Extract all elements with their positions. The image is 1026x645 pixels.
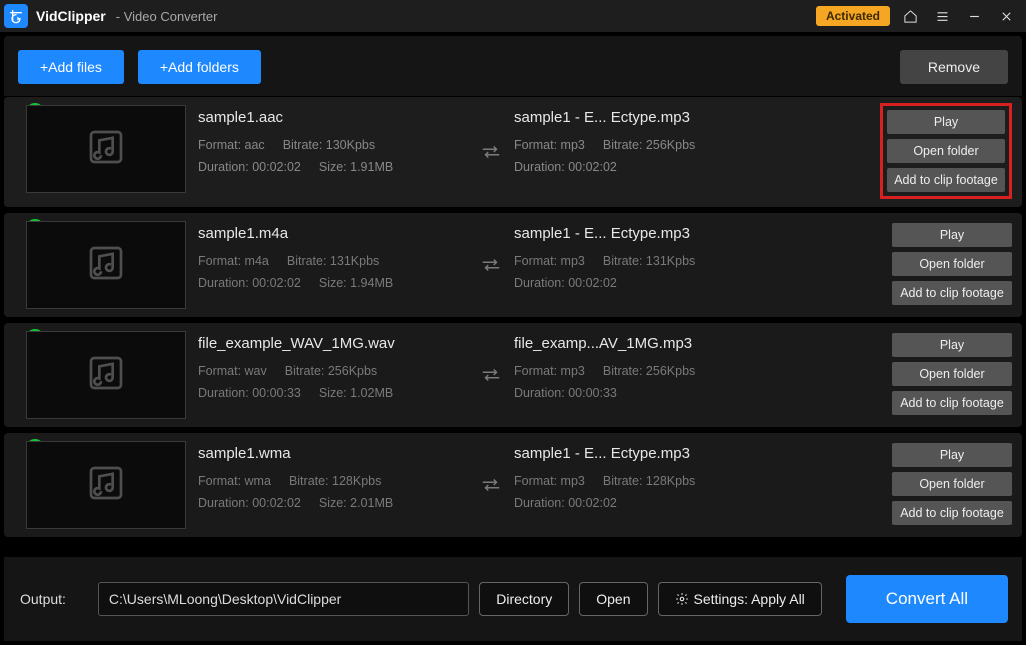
open-folder-button[interactable]: Open folder (887, 139, 1005, 163)
dest-format: Format: mp3 (514, 364, 585, 378)
dest-filename: file_examp...AV_1MG.mp3 (514, 335, 744, 352)
source-info: file_example_WAV_1MG.wav Format: wav Bit… (198, 331, 468, 400)
music-note-icon (86, 127, 126, 172)
file-thumbnail (26, 105, 186, 193)
source-size: Size: 1.94MB (319, 276, 393, 290)
convert-arrow-icon (476, 367, 506, 383)
footer: Output: Directory Open Settings: Apply A… (4, 557, 1022, 641)
file-thumbnail (26, 441, 186, 529)
dest-bitrate: Bitrate: 256Kpbs (603, 364, 695, 378)
home-button[interactable] (898, 4, 922, 28)
play-button[interactable]: Play (887, 110, 1005, 134)
play-button[interactable]: Play (892, 443, 1012, 467)
source-info: sample1.aac Format: aac Bitrate: 130Kpbs… (198, 105, 468, 174)
dest-duration: Duration: 00:02:02 (514, 160, 617, 174)
dest-info: file_examp...AV_1MG.mp3 Format: mp3 Bitr… (514, 331, 744, 400)
convert-arrow-icon (476, 257, 506, 273)
source-duration: Duration: 00:02:02 (198, 160, 301, 174)
open-folder-button[interactable]: Open folder (892, 362, 1012, 386)
source-filename: file_example_WAV_1MG.wav (198, 335, 468, 352)
dest-bitrate: Bitrate: 131Kpbs (603, 254, 695, 268)
source-size: Size: 1.91MB (319, 160, 393, 174)
add-to-clip-button[interactable]: Add to clip footage (887, 168, 1005, 192)
source-info: sample1.m4a Format: m4a Bitrate: 131Kpbs… (198, 221, 468, 290)
source-bitrate: Bitrate: 130Kpbs (283, 138, 375, 152)
source-bitrate: Bitrate: 128Kpbs (289, 474, 381, 488)
source-filename: sample1.wma (198, 445, 468, 462)
source-size: Size: 1.02MB (319, 386, 393, 400)
convert-arrow-icon (476, 144, 506, 160)
file-thumbnail (26, 331, 186, 419)
menu-button[interactable] (930, 4, 954, 28)
convert-arrow-icon (476, 477, 506, 493)
dest-duration: Duration: 00:00:33 (514, 386, 617, 400)
source-bitrate: Bitrate: 256Kpbs (285, 364, 377, 378)
source-duration: Duration: 00:02:02 (198, 496, 301, 510)
add-files-button[interactable]: +Add files (18, 50, 124, 84)
dest-info: sample1 - E... Ectype.mp3 Format: mp3 Bi… (514, 441, 744, 510)
dest-bitrate: Bitrate: 128Kpbs (603, 474, 695, 488)
dest-filename: sample1 - E... Ectype.mp3 (514, 109, 744, 126)
source-bitrate: Bitrate: 131Kpbs (287, 254, 379, 268)
file-item[interactable]: file_example_WAV_1MG.wav Format: wav Bit… (4, 323, 1022, 427)
app-logo (4, 4, 28, 28)
source-format: Format: wma (198, 474, 271, 488)
music-note-icon (86, 243, 126, 288)
settings-label: Settings: Apply All (694, 591, 805, 607)
convert-all-button[interactable]: Convert All (846, 575, 1008, 623)
add-to-clip-button[interactable]: Add to clip footage (892, 501, 1012, 525)
remove-button[interactable]: Remove (900, 50, 1008, 84)
item-actions: Play Open folder Add to clip footage (880, 103, 1012, 199)
settings-button[interactable]: Settings: Apply All (658, 582, 822, 616)
music-note-icon (86, 353, 126, 398)
source-size: Size: 2.01MB (319, 496, 393, 510)
toolbar: +Add files +Add folders Remove (4, 36, 1022, 97)
source-filename: sample1.aac (198, 109, 468, 126)
source-format: Format: m4a (198, 254, 269, 268)
open-folder-button[interactable]: Open folder (892, 252, 1012, 276)
dest-info: sample1 - E... Ectype.mp3 Format: mp3 Bi… (514, 221, 744, 290)
open-button[interactable]: Open (579, 582, 647, 616)
output-label: Output: (20, 591, 66, 607)
titlebar: VidClipper - Video Converter Activated (0, 0, 1026, 32)
dest-bitrate: Bitrate: 256Kpbs (603, 138, 695, 152)
file-item[interactable]: sample1.m4a Format: m4a Bitrate: 131Kpbs… (4, 213, 1022, 317)
file-list: sample1.aac Format: aac Bitrate: 130Kpbs… (0, 97, 1026, 557)
source-info: sample1.wma Format: wma Bitrate: 128Kpbs… (198, 441, 468, 510)
file-thumbnail (26, 221, 186, 309)
gear-icon (675, 592, 689, 606)
directory-button[interactable]: Directory (479, 582, 569, 616)
add-folders-button[interactable]: +Add folders (138, 50, 261, 84)
item-actions: Play Open folder Add to clip footage (892, 221, 1012, 305)
dest-filename: sample1 - E... Ectype.mp3 (514, 225, 744, 242)
item-actions: Play Open folder Add to clip footage (892, 441, 1012, 525)
play-button[interactable]: Play (892, 333, 1012, 357)
file-item[interactable]: sample1.wma Format: wma Bitrate: 128Kpbs… (4, 433, 1022, 537)
source-filename: sample1.m4a (198, 225, 468, 242)
file-item[interactable]: sample1.aac Format: aac Bitrate: 130Kpbs… (4, 97, 1022, 207)
open-folder-button[interactable]: Open folder (892, 472, 1012, 496)
item-actions: Play Open folder Add to clip footage (892, 331, 1012, 415)
dest-format: Format: mp3 (514, 138, 585, 152)
dest-format: Format: mp3 (514, 474, 585, 488)
dest-duration: Duration: 00:02:02 (514, 276, 617, 290)
source-duration: Duration: 00:02:02 (198, 276, 301, 290)
source-duration: Duration: 00:00:33 (198, 386, 301, 400)
output-path-input[interactable] (98, 582, 469, 616)
dest-filename: sample1 - E... Ectype.mp3 (514, 445, 744, 462)
dest-duration: Duration: 00:02:02 (514, 496, 617, 510)
add-to-clip-button[interactable]: Add to clip footage (892, 391, 1012, 415)
app-name: VidClipper (36, 8, 106, 24)
dest-format: Format: mp3 (514, 254, 585, 268)
close-button[interactable] (994, 4, 1018, 28)
app-subtitle: - Video Converter (116, 9, 218, 24)
activated-badge: Activated (816, 6, 890, 26)
source-format: Format: aac (198, 138, 265, 152)
source-format: Format: wav (198, 364, 267, 378)
add-to-clip-button[interactable]: Add to clip footage (892, 281, 1012, 305)
dest-info: sample1 - E... Ectype.mp3 Format: mp3 Bi… (514, 105, 744, 174)
play-button[interactable]: Play (892, 223, 1012, 247)
minimize-button[interactable] (962, 4, 986, 28)
music-note-icon (86, 463, 126, 508)
